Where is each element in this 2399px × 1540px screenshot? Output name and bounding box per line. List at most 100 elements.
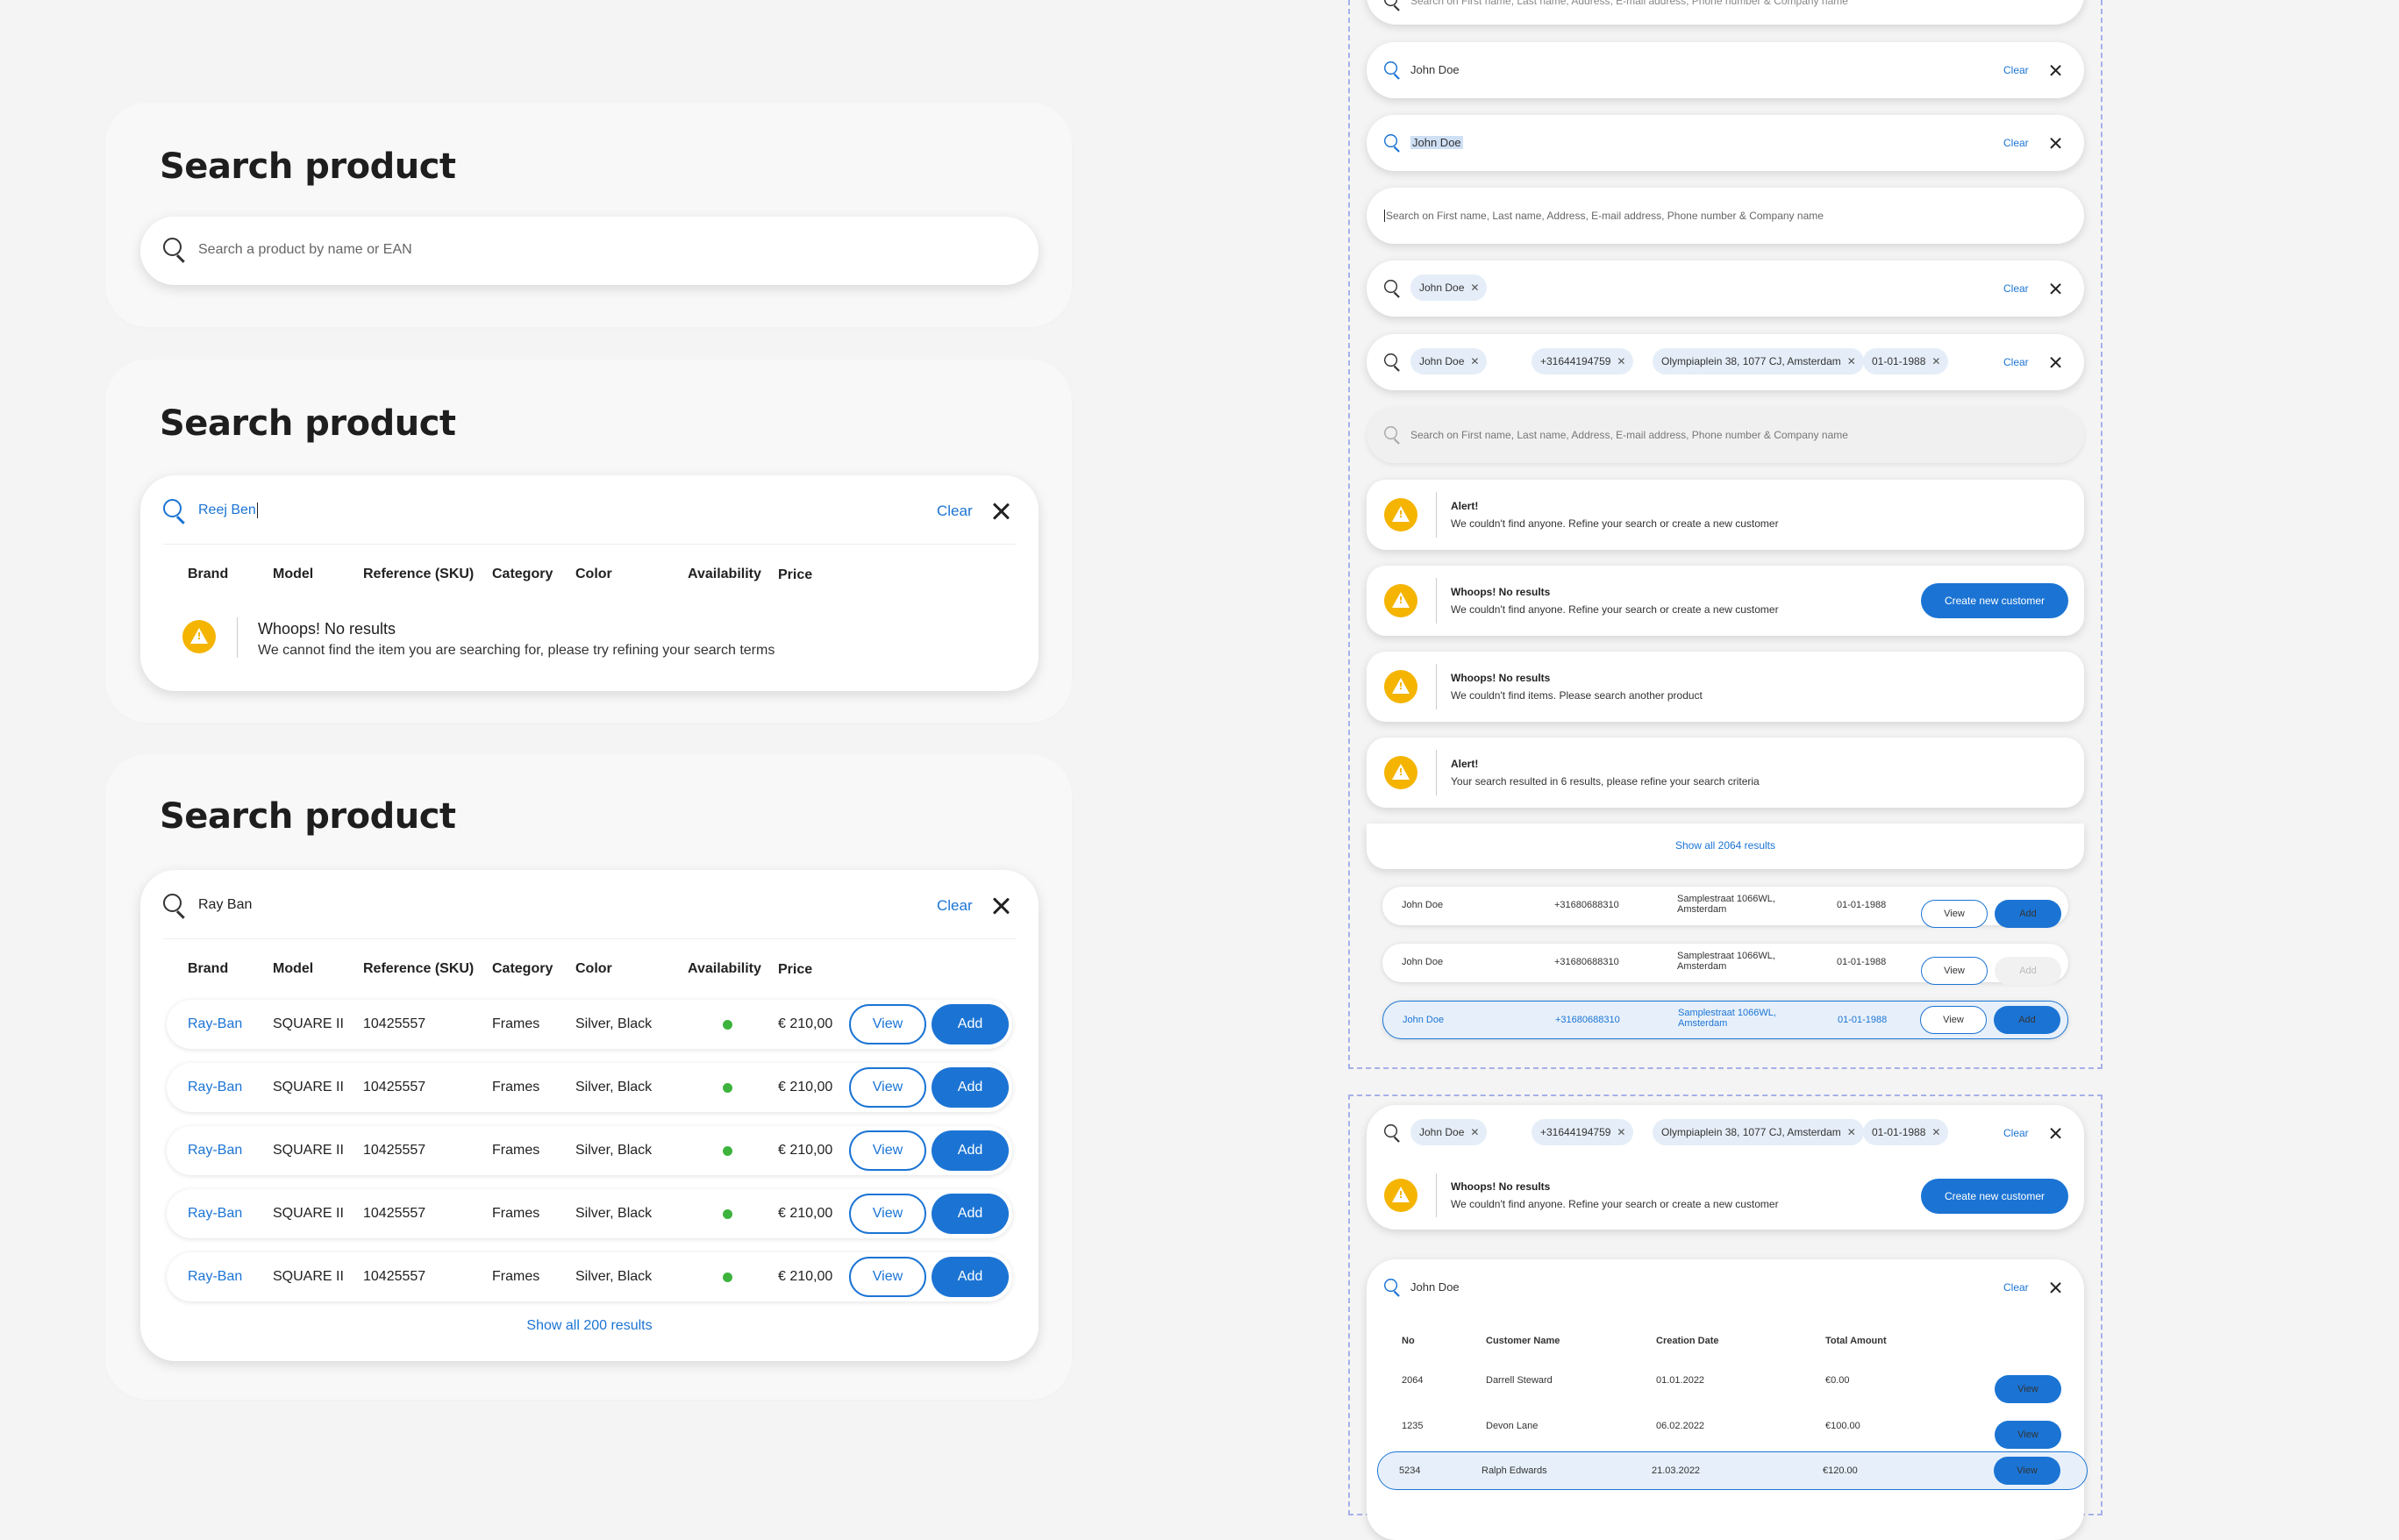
close-icon[interactable]	[2049, 356, 2062, 369]
filter-chip[interactable]: John Doe ✕	[1410, 274, 1488, 301]
brand-link[interactable]: Ray-Ban	[188, 1143, 242, 1159]
search-input[interactable]: John Doe	[1410, 1280, 1460, 1294]
color: Silver, Black	[575, 1206, 653, 1221]
clear-button[interactable]: Clear	[2003, 64, 2029, 76]
product-row[interactable]: Ray-Ban SQUARE II 10425557 Frames Silver…	[167, 1000, 1012, 1049]
view-button[interactable]: View	[849, 1067, 926, 1108]
clear-button[interactable]: Clear	[2003, 1281, 2029, 1294]
filter-chip[interactable]: John Doe ✕	[1410, 1119, 1488, 1145]
clear-button[interactable]: Clear	[2003, 1127, 2029, 1139]
divider	[1436, 578, 1437, 624]
add-button[interactable]: Add	[932, 1194, 1009, 1234]
order-customer: Ralph Edwards	[1482, 1465, 1547, 1476]
filter-chip[interactable]: Olympiaplein 38, 1077 CJ, Amsterdam ✕	[1653, 348, 1864, 374]
address-line: Samplestraat 1066WL,	[1678, 1008, 1776, 1018]
product-row[interactable]: Ray-Ban SQUARE II 10425557 Frames Silver…	[167, 1189, 1012, 1238]
search-bar-chip[interactable]: John Doe ✕ Clear	[1367, 260, 2084, 317]
view-button[interactable]: View	[1995, 1375, 2061, 1403]
remove-chip-icon[interactable]: ✕	[1617, 355, 1625, 367]
filter-chip[interactable]: 01-01-1988 ✕	[1863, 1119, 1949, 1145]
view-button[interactable]: View	[849, 1130, 926, 1171]
customer-row[interactable]: John Doe +31680688310 Samplestraat 1066W…	[1382, 944, 2068, 985]
show-all-link[interactable]: Show all 200 results	[140, 1318, 1039, 1334]
remove-chip-icon[interactable]: ✕	[1470, 282, 1479, 294]
add-button[interactable]: Add	[932, 1130, 1009, 1171]
view-button[interactable]: View	[1995, 1421, 2061, 1449]
view-button[interactable]: View	[1920, 1006, 1987, 1034]
remove-chip-icon[interactable]: ✕	[1470, 355, 1479, 367]
close-icon[interactable]	[2049, 1127, 2062, 1140]
search-icon	[1384, 61, 1402, 79]
remove-chip-icon[interactable]: ✕	[1931, 1126, 1940, 1138]
search-bar-selected[interactable]: John Doe Clear	[1367, 115, 2084, 171]
search-input[interactable]: Search on First name, Last name, Address…	[1384, 210, 1824, 222]
clear-button[interactable]: Clear	[937, 897, 973, 915]
close-icon[interactable]	[2049, 282, 2062, 296]
close-icon[interactable]	[991, 896, 1010, 916]
view-button[interactable]: View	[1921, 957, 1988, 985]
remove-chip-icon[interactable]: ✕	[1847, 355, 1856, 367]
close-icon[interactable]	[2049, 1281, 2062, 1294]
empty-text: We cannot find the item you are searchin…	[258, 643, 775, 658]
search-bar-chips[interactable]: John Doe ✕ +31644194759 ✕ Olympiaplein 38,…	[1367, 334, 2084, 390]
search-input[interactable]: Reej Ben	[198, 503, 258, 518]
view-button[interactable]: View	[849, 1004, 926, 1044]
create-customer-button[interactable]: Create new customer	[1921, 1179, 2068, 1214]
close-icon[interactable]	[2049, 137, 2062, 150]
clear-button[interactable]: Clear	[2003, 282, 2029, 295]
search-bar-placeholder[interactable]: Search on First name, Last name, Address…	[1367, 0, 2084, 25]
filter-chip[interactable]: Olympiaplein 38, 1077 CJ, Amsterdam ✕	[1653, 1119, 1864, 1145]
product-row[interactable]: Ray-Ban SQUARE II 10425557 Frames Silver…	[167, 1126, 1012, 1175]
alert-banner: Alert! We couldn't find anyone. Refine y…	[1367, 480, 2084, 550]
search-input[interactable]: Ray Ban	[198, 897, 252, 913]
clear-button[interactable]: Clear	[2003, 356, 2029, 368]
brand-link[interactable]: Ray-Ban	[188, 1016, 242, 1032]
remove-chip-icon[interactable]: ✕	[1931, 355, 1940, 367]
order-row[interactable]: 2064 Darrell Steward 01.01.2022 €0.00 Vi…	[1381, 1362, 2091, 1403]
alert-title: Alert!	[1451, 758, 1479, 770]
column-header: Model	[273, 567, 314, 581]
brand-link[interactable]: Ray-Ban	[188, 1269, 242, 1285]
clear-button[interactable]: Clear	[2003, 137, 2029, 149]
add-button[interactable]: Add	[1994, 1006, 2060, 1034]
brand-link[interactable]: Ray-Ban	[188, 1206, 242, 1222]
remove-chip-icon[interactable]: ✕	[1847, 1126, 1856, 1138]
add-button[interactable]: Add	[1995, 900, 2061, 928]
filter-chip[interactable]: John Doe ✕	[1410, 348, 1488, 374]
column-header: Reference (SKU)	[363, 567, 475, 581]
product-row[interactable]: Ray-Ban SQUARE II 10425557 Frames Silver…	[167, 1252, 1012, 1301]
view-button[interactable]: View	[849, 1257, 926, 1297]
filter-chip[interactable]: +31644194759 ✕	[1532, 348, 1634, 374]
view-button[interactable]: View	[1994, 1457, 2060, 1485]
alert-text: Your search resulted in 6 results, pleas…	[1451, 775, 1760, 788]
alert-title: Whoops! No results	[1451, 672, 1551, 684]
create-customer-button[interactable]: Create new customer	[1921, 583, 2068, 618]
search-input[interactable]: John Doe	[1410, 136, 1463, 149]
search-input[interactable]: Search a product by name or EAN	[198, 242, 412, 258]
view-button[interactable]: View	[1921, 900, 1988, 928]
filter-chip[interactable]: +31644194759 ✕	[1532, 1119, 1634, 1145]
add-button[interactable]: Add	[932, 1067, 1009, 1108]
remove-chip-icon[interactable]: ✕	[1470, 1126, 1479, 1138]
search-input[interactable]: John Doe	[1410, 63, 1460, 76]
order-row-selected[interactable]: 5234 Ralph Edwards 21.03.2022 €120.00 Vi…	[1377, 1451, 2088, 1490]
customer-row[interactable]: John Doe +31680688310 Samplestraat 1066W…	[1382, 887, 2068, 928]
add-button[interactable]: Add	[932, 1004, 1009, 1044]
remove-chip-icon[interactable]: ✕	[1617, 1126, 1625, 1138]
close-icon[interactable]	[2049, 64, 2062, 77]
customer-row-selected[interactable]: John Doe +31680688310 Samplestraat 1066W…	[1382, 1001, 2068, 1039]
search-bar-filled[interactable]: John Doe Clear	[1367, 42, 2084, 98]
search-bar[interactable]: Search a product by name or EAN	[140, 217, 1039, 285]
show-all-link[interactable]: Show all 2064 results	[1367, 839, 2084, 852]
view-button[interactable]: View	[849, 1194, 926, 1234]
clear-button[interactable]: Clear	[937, 503, 973, 520]
brand-link[interactable]: Ray-Ban	[188, 1080, 242, 1095]
add-button[interactable]: Add	[932, 1257, 1009, 1297]
product-row[interactable]: Ray-Ban SQUARE II 10425557 Frames Silver…	[167, 1063, 1012, 1112]
filter-chip[interactable]: 01-01-1988 ✕	[1863, 348, 1949, 374]
close-icon[interactable]	[991, 502, 1010, 521]
search-input[interactable]: Search on First name, Last name, Address…	[1410, 0, 1848, 7]
search-icon	[1384, 0, 1402, 11]
search-bar-focused[interactable]: Search on First name, Last name, Address…	[1367, 188, 2084, 244]
order-row[interactable]: 1235 Devon Lane 06.02.2022 €100.00 View	[1381, 1408, 2091, 1449]
